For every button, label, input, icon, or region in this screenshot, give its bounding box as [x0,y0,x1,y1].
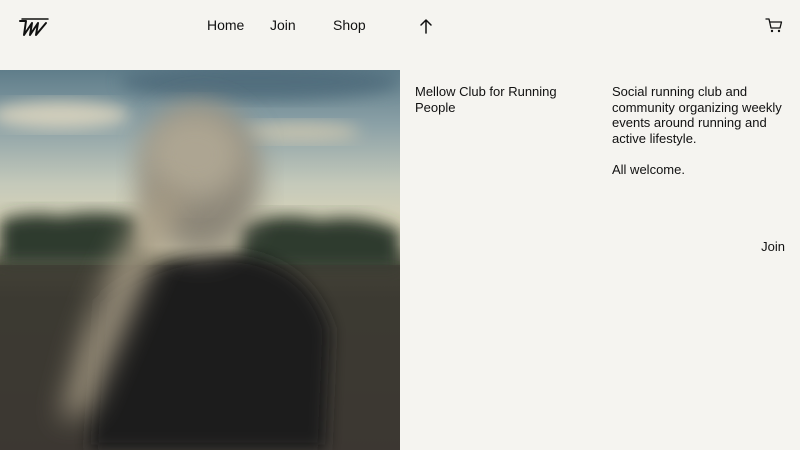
brand-logo-icon[interactable] [18,17,50,39]
club-tagline: Mellow Club for Running People [415,84,557,115]
cart-icon[interactable] [765,16,783,34]
nav-join-link[interactable]: Join [270,17,296,33]
join-link[interactable]: Join [761,239,785,255]
welcome-text: All welcome. [612,162,685,177]
arrow-up-icon[interactable] [418,17,434,35]
nav-shop-link[interactable]: Shop [333,17,366,33]
page: Home Join Shop Mellow Club for Running P… [0,0,800,450]
runner-photo [0,70,400,450]
club-description: Social running club and community organi… [612,84,782,146]
nav-home-link[interactable]: Home [207,17,244,33]
